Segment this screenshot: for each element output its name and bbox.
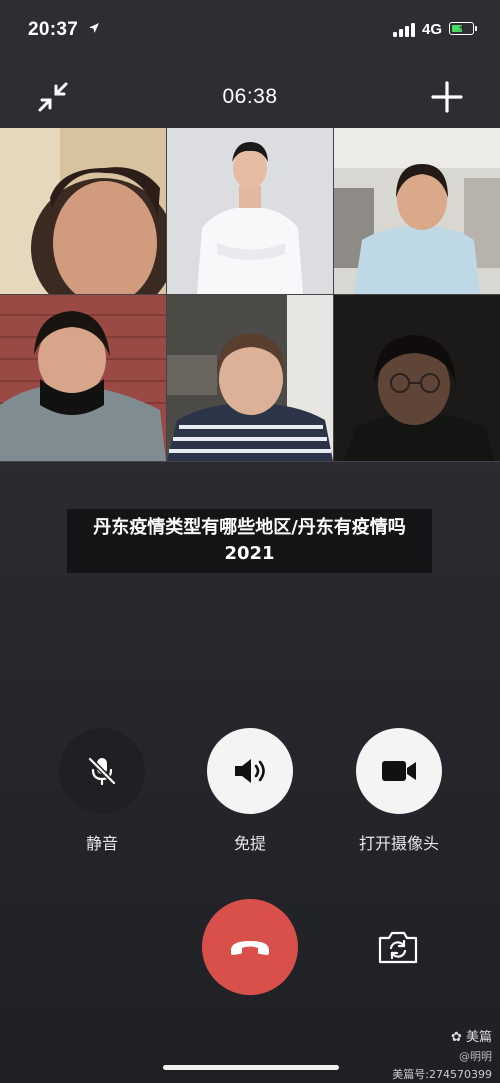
switch-camera-icon[interactable] [377, 928, 419, 966]
home-indicator[interactable] [163, 1065, 339, 1070]
participant-video-6[interactable] [334, 295, 500, 461]
mute-label: 静音 [85, 834, 118, 853]
participant-video-3[interactable] [334, 128, 500, 294]
camera-button[interactable] [356, 728, 442, 814]
camera-label: 打开摄像头 [358, 834, 439, 853]
add-participant-button[interactable] [428, 78, 466, 116]
speaker-button[interactable] [207, 728, 293, 814]
video-grid [0, 128, 500, 462]
watermark-logo: ✿ 美篇 [451, 1026, 492, 1045]
watermark-brand: 美篇 [465, 1030, 492, 1045]
camera-control[interactable]: 打开摄像头 [355, 728, 443, 854]
participant-video-5[interactable] [167, 295, 333, 461]
mute-button[interactable] [59, 728, 145, 814]
caption-text: 丹东疫情类型有哪些地区/丹东有疫情吗2021 [93, 517, 406, 564]
speaker-control[interactable]: 免提 [206, 728, 294, 854]
microphone-off-icon [87, 756, 117, 786]
cellular-signal-icon [393, 23, 415, 37]
status-time: 20:37 [28, 19, 79, 40]
call-duration: 06:38 [222, 85, 278, 108]
participant-video-1[interactable] [0, 128, 166, 294]
hangup-button[interactable] [202, 899, 298, 995]
mute-control[interactable]: 静音 [58, 728, 146, 854]
phone-hangup-icon [231, 941, 269, 955]
network-type: 4G [422, 21, 443, 38]
caption-overlay: 丹东疫情类型有哪些地区/丹东有疫情吗2021 [67, 509, 432, 573]
watermark-id: 美篇号:274570399 [392, 1068, 492, 1081]
battery-icon: ⚡ [449, 22, 477, 35]
speaker-label: 免提 [233, 834, 266, 853]
participant-video-4[interactable] [0, 295, 166, 461]
video-camera-icon [382, 761, 416, 781]
call-top-bar: 06:38 [0, 75, 500, 119]
meipian-logo-icon: ✿ [450, 1030, 462, 1045]
participant-video-2[interactable] [167, 128, 333, 294]
status-bar: 20:37 4G ⚡ [0, 0, 500, 60]
speaker-icon [235, 759, 265, 783]
watermark-author: @明明 [459, 1050, 492, 1063]
location-arrow-icon [89, 23, 99, 33]
